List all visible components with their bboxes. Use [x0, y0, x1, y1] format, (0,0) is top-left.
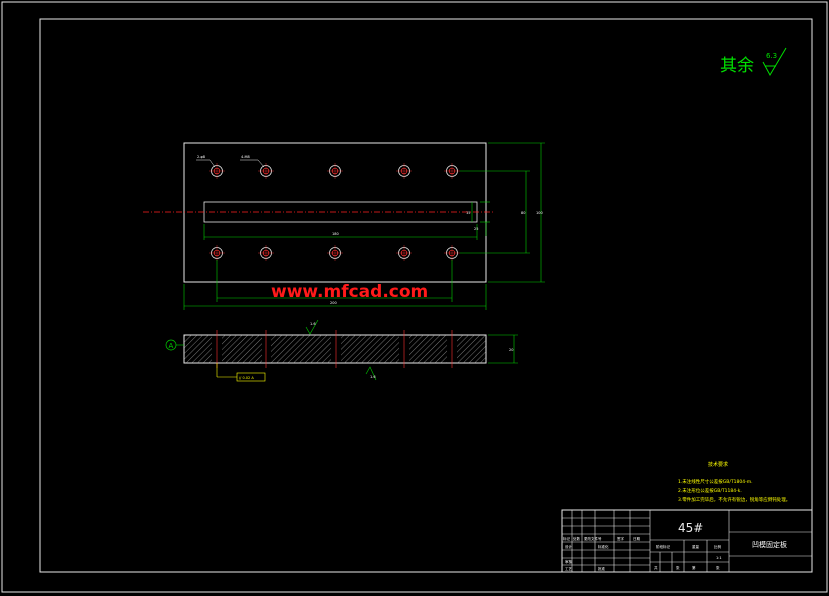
hole-row-bottom: [209, 245, 460, 261]
surface-finish-value: 6.3: [766, 52, 777, 60]
tb-r1-c5: 日期: [633, 536, 641, 541]
hatch-segment: [457, 335, 486, 363]
tb-r2-c1: 设计: [565, 544, 573, 549]
dim-slot-width: 15: [466, 211, 470, 215]
tb-r1-c2: 处数: [573, 536, 581, 541]
tb-r1-c1: 标记: [563, 536, 571, 541]
mounting-hole: [258, 163, 274, 179]
title-block: 45# 凹模固定板 标记 处数 更改文件号 签字 日期 设计 标准化 审核 工艺…: [561, 509, 813, 573]
mounting-hole: [327, 163, 343, 179]
mounting-hole: [209, 163, 225, 179]
tb-stage-header: 阶段标记: [656, 544, 670, 549]
part-material: 45#: [678, 521, 703, 535]
tech-req-line-1: 1.未注线性尺寸公差按GB/T1804-m.: [678, 478, 753, 485]
tech-req-line-2: 2.未注形位公差按GB/T1184-k.: [678, 487, 742, 494]
technical-requirements: 技术要求 1.未注线性尺寸公差按GB/T1804-m. 2.未注形位公差按GB/…: [678, 461, 790, 503]
tb-r2-c3: 标准化: [598, 544, 609, 549]
hatch-segment: [222, 335, 262, 363]
tb-sheet-current: 第: [692, 565, 696, 570]
roughness-top: 1.6: [310, 322, 316, 326]
surface-finish-note: 其余 6.3: [720, 47, 787, 77]
surface-finish-label: 其余: [720, 56, 754, 76]
tech-req-title: 技术要求: [708, 461, 728, 468]
section-view: A 1.6 1.6 // 0.02 A 20: [165, 319, 518, 382]
mounting-hole: [444, 245, 460, 261]
hatch-segment: [271, 335, 331, 363]
tb-r4-c1: 工艺: [565, 566, 573, 571]
tb-r3-c1: 审核: [565, 559, 573, 564]
dim-slot-offset: 25: [474, 227, 478, 231]
hole-callout-right: 4-M8: [241, 155, 250, 159]
mounting-hole: [444, 163, 460, 179]
thickness-dimension: [488, 334, 518, 364]
dim-slot-length: 180: [332, 232, 339, 236]
hole-callouts: [196, 159, 265, 168]
tb-sheet-total: 共: [654, 565, 658, 570]
watermark-text: www.mfcad.com: [271, 282, 428, 302]
mounting-hole: [258, 245, 274, 261]
mounting-hole: [209, 245, 225, 261]
hole-row-top: [209, 163, 460, 179]
hatch-segment: [409, 335, 447, 363]
dim-thickness: 20: [509, 348, 513, 352]
tb-scale-value: 1:1: [716, 556, 722, 560]
cad-drawing-canvas: 其余 6.3 2-φ8 4-M8 180 200 80 100 15 25 ww…: [1, 1, 828, 593]
tb-r1-c3: 更改文件号: [584, 536, 602, 541]
tb-sheet-unit-2: 张: [716, 565, 720, 570]
tb-scale-header: 比例: [714, 544, 722, 549]
tb-r4-c3: 批准: [598, 566, 606, 571]
tolerance-text: // 0.02 A: [239, 376, 254, 380]
mounting-hole: [396, 163, 412, 179]
tb-sheet-unit-1: 张: [676, 565, 680, 570]
tb-weight-header: 重量: [692, 544, 700, 549]
mounting-hole: [327, 245, 343, 261]
part-name: 凹模固定板: [752, 540, 787, 549]
roughness-bottom: 1.6: [370, 375, 376, 379]
dim-height-outer: 100: [536, 211, 543, 215]
hole-callout-left: 2-φ8: [197, 155, 205, 159]
hatch-segment: [341, 335, 399, 363]
tech-req-line-3: 3.零件加工完毕后，不允许有锐边，锐角等应倒钝处理。: [678, 496, 790, 503]
dim-height-inner: 80: [521, 211, 525, 215]
tb-r1-c4: 签字: [617, 536, 625, 541]
mounting-hole: [396, 245, 412, 261]
hatch-segment: [184, 335, 212, 363]
datum-label: A: [169, 342, 174, 350]
